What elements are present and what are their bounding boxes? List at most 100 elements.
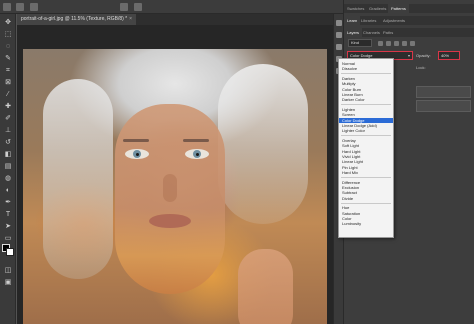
swatches-tab-row: Swatches Gradients Patterns [344, 4, 474, 13]
photoshop-window: ✥ ⬚ ◌ ✎ ⌗ ⊠ ⁄ ✚ ✐ ⊥ ↺ ◧ ▤ ◍ ◐ ✒ T ➤ ▭ ◫ … [0, 0, 474, 324]
blend-mode-option[interactable]: Lighter Color [339, 128, 393, 133]
quick-mask-icon[interactable]: ◫ [3, 266, 13, 275]
blend-mode-option[interactable]: Hard Mix [339, 170, 393, 175]
menu-separator [341, 177, 391, 179]
tab-patterns[interactable]: Patterns [388, 4, 409, 13]
blend-mode-option[interactable]: Linear Light [339, 159, 393, 164]
pen-tool-icon[interactable]: ✒ [3, 198, 13, 207]
auto-select-icon[interactable] [30, 3, 38, 11]
type-filter-icon[interactable] [394, 41, 399, 46]
history-panel-icon[interactable] [336, 20, 342, 26]
tab-swatches[interactable]: Swatches [344, 4, 367, 13]
marquee-tool-icon[interactable]: ⬚ [3, 30, 13, 39]
blend-mode-option[interactable]: Color Burn [339, 87, 393, 92]
blend-mode-option[interactable]: Pin Light [339, 165, 393, 170]
history-brush-icon[interactable]: ↺ [3, 138, 13, 147]
blur-tool-icon[interactable]: ◍ [3, 174, 13, 183]
opacity-field[interactable]: 40% [438, 51, 460, 60]
left-eye [125, 149, 149, 159]
blend-mode-option[interactable]: Darken [339, 76, 393, 81]
kind-filter-select[interactable]: Kind [348, 39, 372, 47]
properties-panel-icon[interactable] [336, 32, 342, 38]
menu-separator [341, 73, 391, 75]
blend-mode-option[interactable]: Saturation [339, 211, 393, 216]
lasso-tool-icon[interactable]: ◌ [3, 42, 13, 51]
crop-tool-icon[interactable]: ⌗ [3, 66, 13, 75]
blend-mode-option[interactable]: Hue [339, 205, 393, 210]
layers-tab-row: Layers Channels Paths [344, 28, 474, 37]
stamp-tool-icon[interactable]: ⊥ [3, 126, 13, 135]
move-tool-icon[interactable]: ✥ [3, 18, 13, 27]
blend-mode-option[interactable]: Subtract [339, 190, 393, 195]
blend-mode-option[interactable]: Luminosity [339, 221, 393, 226]
right-eye [185, 149, 209, 159]
background-color-swatch[interactable] [6, 248, 14, 256]
blend-mode-option[interactable]: Color [339, 216, 393, 221]
opacity-label: Opacity: [416, 53, 431, 58]
blend-mode-option[interactable]: Lighten [339, 107, 393, 112]
portrait-image[interactable] [23, 49, 327, 324]
blend-mode-option[interactable]: Overlay [339, 138, 393, 143]
tab-gradients[interactable]: Gradients [366, 4, 389, 13]
lips [149, 214, 191, 228]
home-icon[interactable] [3, 3, 11, 11]
gradient-tool-icon[interactable]: ▤ [3, 162, 13, 171]
document-tab[interactable]: portrait-of-a-girl.jpg @ 11.5% (Texture,… [17, 14, 137, 25]
left-brow [123, 139, 149, 142]
brush-panel-icon[interactable] [336, 44, 342, 50]
lock-label: Lock: [416, 65, 426, 70]
blend-mode-option[interactable]: Dissolve [339, 66, 393, 71]
quick-select-icon[interactable]: ✎ [3, 54, 13, 63]
lock-row: Lock: [416, 64, 472, 72]
blend-mode-option[interactable]: Exclusion [339, 185, 393, 190]
menu-separator [341, 202, 391, 204]
tools-panel: ✥ ⬚ ◌ ✎ ⌗ ⊠ ⁄ ✚ ✐ ⊥ ↺ ◧ ▤ ◍ ◐ ✒ T ➤ ▭ ◫ … [0, 14, 16, 324]
blend-mode-option[interactable]: Soft Light [339, 143, 393, 148]
blend-mode-menu: Normal Dissolve Darken Multiply Color Burn Li… [338, 58, 394, 238]
align-icon[interactable] [120, 3, 128, 11]
eyedropper-icon[interactable]: ⁄ [3, 90, 13, 99]
hair-right [218, 64, 308, 224]
tab-adjustments[interactable]: Adjustments [380, 16, 408, 25]
path-select-icon[interactable]: ➤ [3, 222, 13, 231]
shape-tool-icon[interactable]: ▭ [3, 234, 13, 243]
blend-mode-option[interactable]: Normal [339, 61, 393, 66]
nose [163, 174, 177, 202]
blend-mode-option[interactable]: Divide [339, 196, 393, 201]
menu-separator [341, 104, 391, 106]
close-tab-icon[interactable]: × [129, 16, 132, 22]
layer-row[interactable] [416, 86, 471, 98]
blend-mode-option[interactable]: Difference [339, 180, 393, 185]
adjustment-filter-icon[interactable] [386, 41, 391, 46]
blend-mode-option[interactable]: Linear Dodge (Add) [339, 123, 393, 128]
eraser-tool-icon[interactable]: ◧ [3, 150, 13, 159]
smart-object-filter-icon[interactable] [410, 41, 415, 46]
chevron-down-icon: ▾ [407, 53, 410, 58]
blend-mode-option[interactable]: Darker Color [339, 97, 393, 102]
layer-row[interactable] [416, 100, 471, 112]
right-brow [183, 139, 209, 142]
layer-filter-row: Kind [344, 38, 474, 48]
brush-tool-icon[interactable]: ✐ [3, 114, 13, 123]
blend-mode-option[interactable]: Multiply [339, 81, 393, 86]
screen-mode-icon[interactable]: ▣ [3, 278, 13, 287]
pixel-filter-icon[interactable] [378, 41, 383, 46]
tab-paths[interactable]: Paths [380, 28, 396, 37]
type-tool-icon[interactable]: T [3, 210, 13, 219]
blend-mode-option[interactable]: Linear Burn [339, 92, 393, 97]
document-tab-bar: portrait-of-a-girl.jpg @ 11.5% (Texture,… [17, 14, 333, 25]
tab-libraries[interactable]: Libraries [358, 16, 379, 25]
frame-tool-icon[interactable]: ⊠ [3, 78, 13, 87]
dodge-tool-icon[interactable]: ◐ [3, 186, 13, 195]
blend-mode-option[interactable]: Hard Light [339, 149, 393, 154]
blend-mode-option[interactable]: Screen [339, 112, 393, 117]
blend-mode-option[interactable]: Vivid Light [339, 154, 393, 159]
healing-brush-icon[interactable]: ✚ [3, 102, 13, 111]
shape-filter-icon[interactable] [402, 41, 407, 46]
menu-separator [341, 135, 391, 137]
move-tool-icon[interactable] [16, 3, 24, 11]
blend-mode-option[interactable]: Color Dodge [339, 117, 393, 123]
hand [238, 249, 293, 324]
distribute-icon[interactable] [134, 3, 142, 11]
canvas-area[interactable] [17, 25, 333, 324]
